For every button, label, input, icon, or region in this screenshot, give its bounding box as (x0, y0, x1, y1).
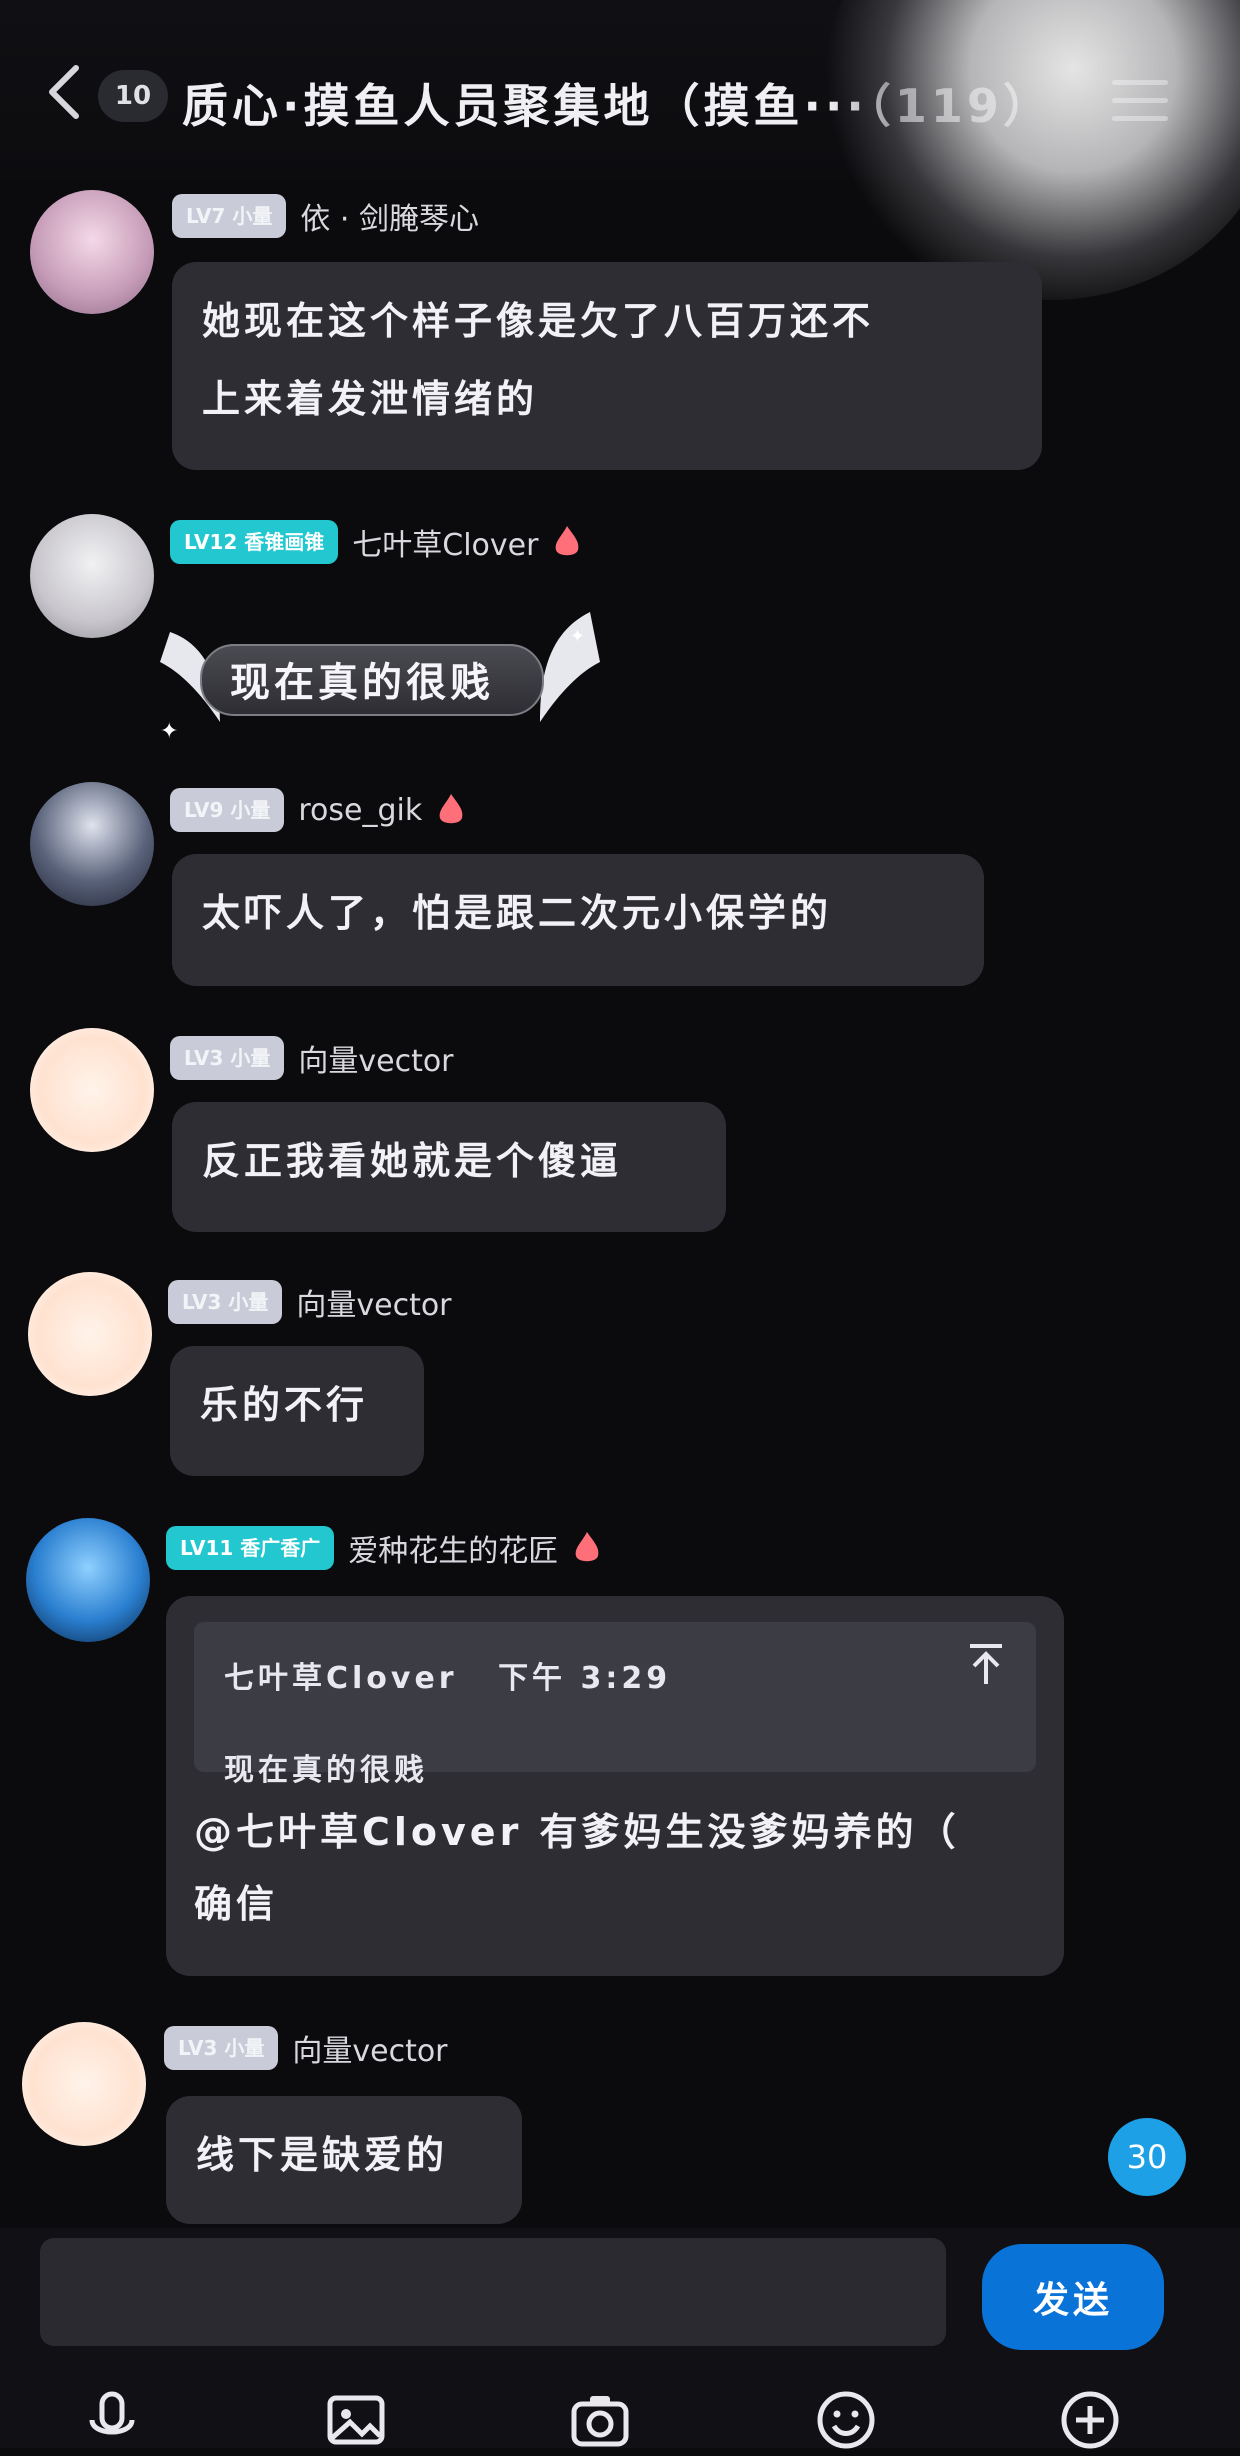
camera-icon[interactable] (568, 2388, 632, 2452)
message-bubble[interactable]: 七叶草Clover 下午 3:29 现在真的很贱 @七叶草Clover 有爹妈生… (166, 1596, 1064, 1976)
message-meta: LV11 香广香广 爱种花生的花匠 (166, 1524, 602, 1572)
quote-time: 下午 3:29 (498, 1661, 672, 1696)
message-text: 确信 (194, 1882, 279, 1926)
avatar[interactable] (28, 1272, 152, 1396)
quoted-message[interactable]: 七叶草Clover 下午 3:29 现在真的很贱 (194, 1622, 1036, 1788)
avatar[interactable] (30, 1028, 154, 1152)
avatar[interactable] (22, 2022, 146, 2146)
quote-author: 七叶草Clover (224, 1661, 458, 1696)
flame-badge-icon (439, 794, 463, 824)
level-badge: LV11 香广香广 (166, 1526, 335, 1570)
sender-name[interactable]: 爱种花生的花匠 (348, 1526, 558, 1570)
message-text-block: @七叶草Clover 有爹妈生没爹妈养的（ 确信 (194, 1796, 1044, 1940)
unread-count-badge[interactable]: 10 (98, 70, 168, 122)
group-title[interactable]: 质心·摸鱼人员聚集地（摸鱼···（119） (182, 70, 1102, 140)
back-button[interactable] (44, 62, 84, 122)
message-text: 反正我看她就是个傻逼 (202, 1139, 623, 1183)
message-text: @七叶草Clover 有爹妈生没爹妈养的（ (194, 1810, 960, 1854)
sender-name[interactable]: 向量vector (298, 1036, 453, 1080)
message-meta: LV7 小量 依 · 剑腌琴心 (172, 192, 479, 240)
mic-icon[interactable] (80, 2388, 144, 2452)
message-meta: LV9 小量 rose_gik (170, 786, 466, 834)
message-text: 她现在这个样子像是欠了八百万还不 (202, 299, 875, 343)
level-badge: LV12 香锥画锥 (170, 520, 339, 564)
message-meta: LV12 香锥画锥 七叶草Clover (170, 518, 582, 566)
level-badge: LV3 小量 (164, 2026, 279, 2070)
message-bubble[interactable]: 乐的不行 (170, 1346, 424, 1476)
plus-icon[interactable] (1058, 2388, 1122, 2452)
sender-name[interactable]: 向量vector (296, 1280, 451, 1324)
image-icon[interactable] (324, 2388, 388, 2452)
sender-name[interactable]: rose_gik (298, 793, 422, 828)
sender-name[interactable]: 向量vector (292, 2026, 447, 2070)
level-badge: LV3 小量 (170, 1036, 285, 1080)
sender-name[interactable]: 依 · 剑腌琴心 (300, 194, 479, 238)
level-badge: LV3 小量 (168, 1280, 283, 1324)
chat-header: 10 质心·摸鱼人员聚集地（摸鱼···（119） (0, 0, 1240, 180)
flame-badge-icon (575, 1532, 599, 1562)
new-message-count-badge[interactable]: 30 (1108, 2118, 1186, 2196)
sender-name[interactable]: 七叶草Clover (352, 520, 538, 564)
input-bar: 发送 (0, 2228, 1240, 2449)
avatar[interactable] (30, 514, 154, 638)
message-bubble[interactable]: 她现在这个样子像是欠了八百万还不 上来着发泄情绪的 (172, 262, 1042, 470)
emoji-icon[interactable] (814, 2388, 878, 2452)
level-badge: LV7 小量 (172, 194, 287, 238)
message-input[interactable] (40, 2238, 946, 2346)
chevron-left-icon (49, 65, 79, 119)
message-text: 太吓人了，怕是跟二次元小保学的 (202, 891, 833, 935)
quote-header: 七叶草Clover 下午 3:29 (224, 1640, 1006, 1718)
flame-badge-icon (556, 526, 579, 556)
message-text: 上来着发泄情绪的 (202, 377, 539, 421)
avatar[interactable] (30, 782, 154, 906)
message-meta: LV3 小量 向量vector (168, 1278, 452, 1326)
message-text: 现在真的很贱 (230, 660, 494, 706)
message-meta: LV3 小量 向量vector (170, 1034, 454, 1082)
menu-icon[interactable] (1112, 80, 1168, 128)
avatar[interactable] (30, 190, 154, 314)
svg-text:✦: ✦ (160, 719, 178, 742)
message-bubble[interactable]: 反正我看她就是个傻逼 (172, 1102, 726, 1232)
message-text: 线下是缺爱的 (196, 2133, 449, 2177)
level-badge: LV9 小量 (170, 788, 285, 832)
avatar[interactable] (26, 1518, 150, 1642)
message-text: 乐的不行 (200, 1383, 369, 1427)
message-meta: LV3 小量 向量vector (164, 2024, 448, 2072)
message-bubble[interactable]: 太吓人了，怕是跟二次元小保学的 (172, 854, 984, 986)
message-bubble[interactable]: 线下是缺爱的 (166, 2096, 522, 2224)
fancy-message-bubble[interactable]: ✦ ✦ 现在真的很贱 (160, 612, 600, 742)
send-button[interactable]: 发送 (982, 2244, 1164, 2350)
jump-to-top-icon[interactable] (966, 1642, 1006, 1686)
svg-text:✦: ✦ (570, 626, 585, 647)
